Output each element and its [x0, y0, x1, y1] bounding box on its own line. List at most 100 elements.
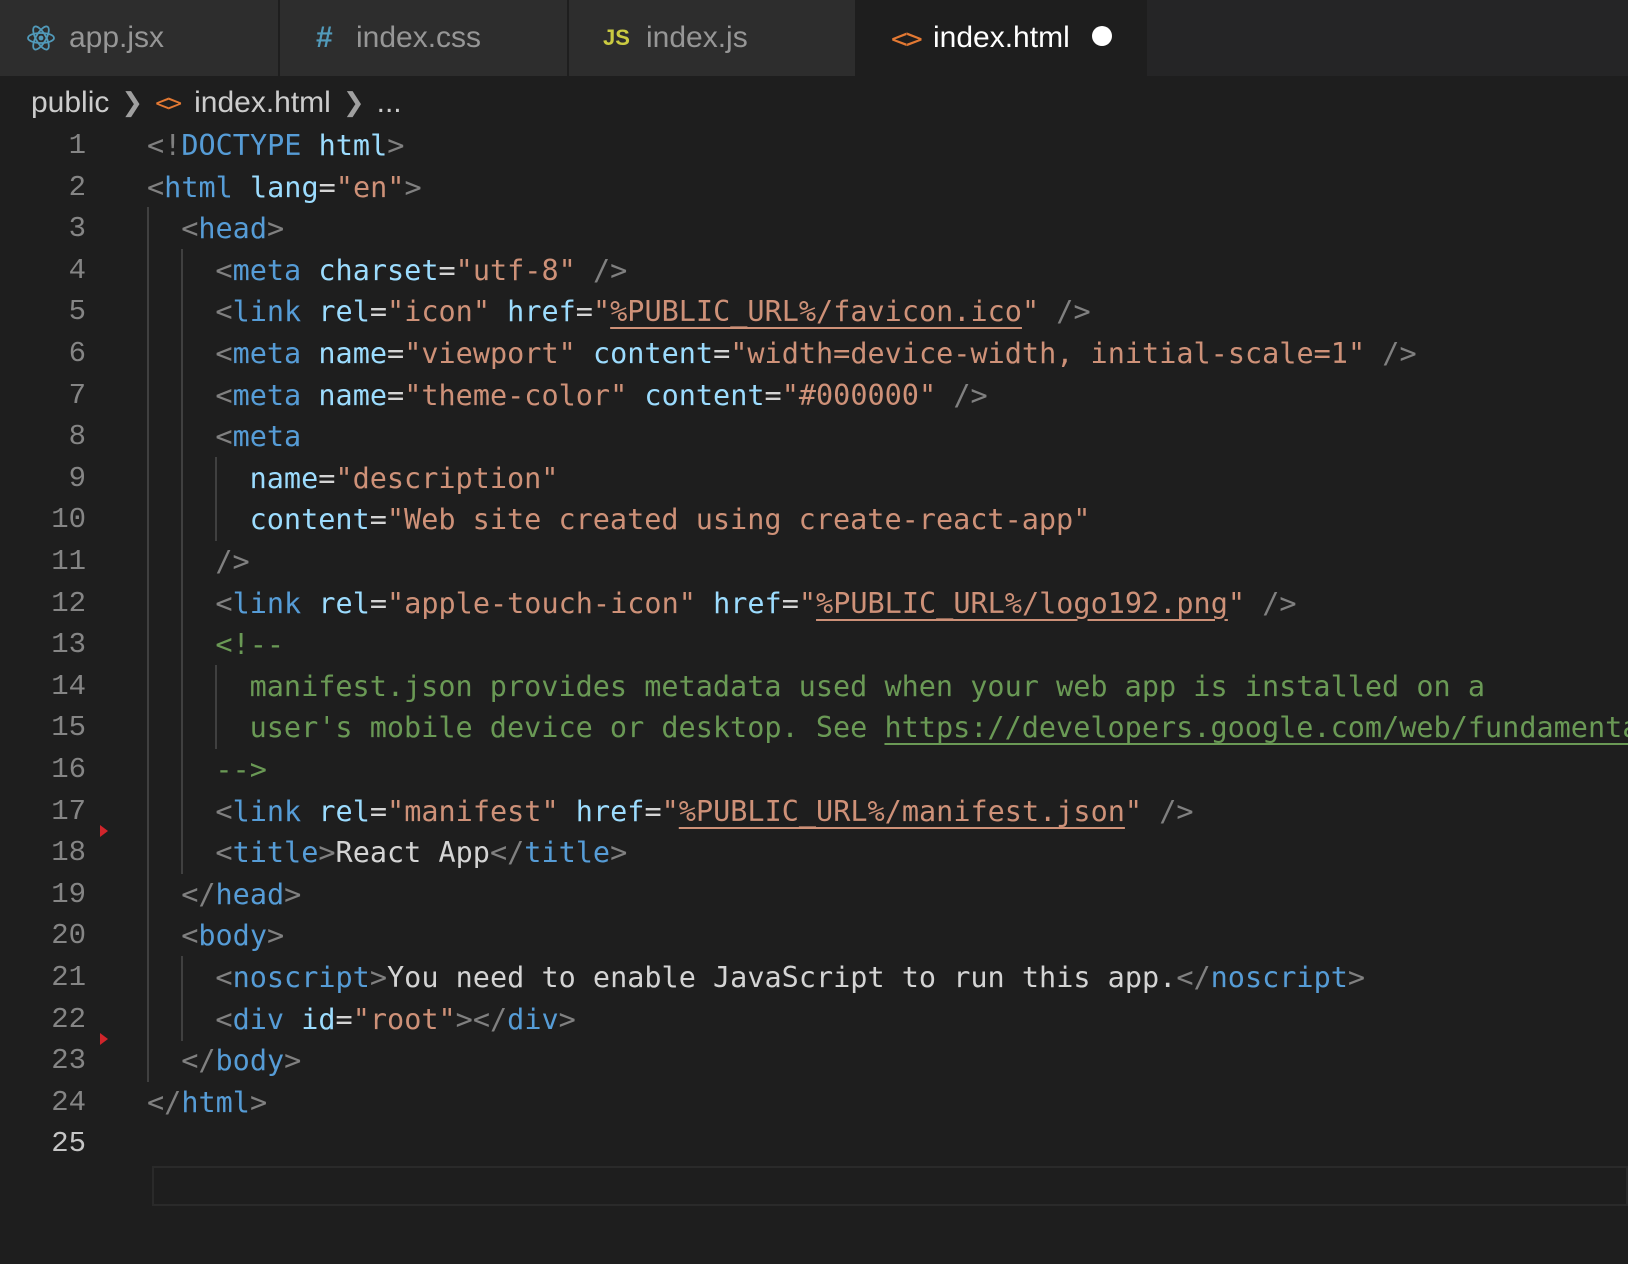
code-token: div — [232, 1002, 285, 1036]
code-token: < — [215, 1002, 233, 1036]
code-token: noscript — [1210, 961, 1348, 994]
breadcrumb-more[interactable]: ... — [377, 86, 402, 120]
code-line[interactable]: 11 /> — [0, 540, 1628, 583]
indent-guide — [147, 207, 149, 251]
code-line[interactable]: 10 content="Web site created using create… — [0, 498, 1628, 542]
code-line[interactable]: 16 --> — [0, 748, 1628, 791]
code-token: /> — [1262, 586, 1297, 620]
code-text: <noscript>You need to enable JavaScript … — [215, 956, 1365, 999]
code-text: <head> — [181, 207, 284, 250]
code-token: = — [369, 586, 388, 620]
line-number: 10 — [51, 503, 86, 537]
code-token: > — [267, 919, 285, 953]
code-line[interactable]: 17 <link rel="manifest" href="%PUBLIC_URL… — [0, 789, 1628, 833]
tab-index-html[interactable]: <> index.html — [857, 0, 1147, 76]
breadcrumb-folder[interactable]: public — [31, 86, 109, 120]
line-number: 15 — [51, 711, 86, 745]
code-token: = — [575, 295, 593, 329]
code-token: "theme-color" — [404, 378, 628, 412]
line-number: 9 — [68, 461, 86, 495]
line-number: 24 — [51, 1085, 86, 1119]
code-token: = — [438, 253, 456, 287]
indent-guide — [215, 706, 218, 750]
css-hash-icon: # — [316, 21, 333, 54]
code-line[interactable]: 19 </head> — [0, 872, 1628, 916]
unsaved-dot-icon[interactable] — [1092, 26, 1112, 46]
code-token: = — [369, 503, 387, 537]
line-number: 19 — [51, 877, 86, 911]
code-line[interactable]: 12 <link rel="apple-touch-icon" href="%PU… — [0, 581, 1628, 625]
code-text: <body> — [181, 914, 284, 957]
code-line[interactable]: 8 <meta — [0, 415, 1628, 459]
breadcrumb-file[interactable]: index.html — [194, 86, 331, 120]
code-link[interactable]: %PUBLIC_URL%/manifest.json — [679, 795, 1125, 828]
code-text: <link rel="icon" href="%PUBLIC_URL%/favi… — [215, 290, 1090, 333]
code-line[interactable]: 15 user's mobile device or desktop. See h… — [0, 706, 1628, 750]
code-text: <meta name="theme-color" content="#00000… — [215, 374, 987, 417]
code-token: head — [198, 212, 267, 246]
indent-guide — [147, 664, 149, 708]
code-text: <!-- — [215, 623, 284, 666]
code-text: /> — [215, 540, 249, 583]
code-line[interactable]: 7 <meta name="theme-color" content="#0000… — [0, 373, 1628, 417]
code-line[interactable]: 24 </html> — [0, 1081, 1628, 1124]
code-link[interactable]: %PUBLIC_URL%/favicon.ico — [610, 295, 1022, 328]
code-line[interactable]: 25 — [0, 1122, 1628, 1165]
code-token: href — [575, 794, 645, 828]
indent-guide — [181, 456, 184, 500]
code-line[interactable]: 23 </body> — [0, 1039, 1628, 1083]
code-token: You need to enable JavaScript to run thi… — [387, 961, 1177, 994]
code-line[interactable]: 14 manifest.json provides metadata used w… — [0, 664, 1628, 708]
code-line[interactable]: 2 <html lang="en"> — [0, 166, 1628, 209]
code-token: = — [713, 337, 731, 370]
indent-guide — [147, 456, 149, 500]
code-token: name — [318, 337, 388, 370]
code-editor[interactable]: 1 <!DOCTYPE html> 2 <html lang="en"> 3 <head>… — [0, 124, 1628, 1264]
code-token: < — [215, 337, 233, 370]
code-link[interactable]: https://developers.google.com/web/fundam… — [884, 711, 1628, 744]
code-token: </ — [147, 1085, 182, 1119]
code-text: </head> — [181, 873, 301, 916]
code-token: name — [318, 378, 388, 412]
code-token: <! — [147, 129, 182, 162]
code-line[interactable]: 5 <link rel="icon" href="%PUBLIC_URL%/fav… — [0, 290, 1628, 334]
code-line[interactable]: 18 <title>React App</title> — [0, 831, 1628, 875]
code-line[interactable]: 21 <noscript>You need to enable JavaScrip… — [0, 956, 1628, 999]
tab-index-css[interactable]: # index.css — [280, 0, 569, 76]
code-line[interactable]: 6 <meta name="viewport" content="width=de… — [0, 332, 1628, 375]
code-token: content — [592, 337, 714, 370]
code-token: meta — [232, 253, 302, 287]
line-number: 13 — [51, 628, 86, 662]
line-number: 11 — [51, 545, 86, 578]
editor-tab-bar: app.jsx # index.css JS index.js <> index… — [0, 0, 1628, 76]
code-line[interactable]: 4 <meta charset="utf-8" /> — [0, 248, 1628, 292]
code-line[interactable]: 20 <body> — [0, 914, 1628, 958]
code-token: < — [181, 919, 199, 953]
code-text: <meta name="viewport" content="width=dev… — [215, 332, 1416, 375]
code-token: title — [524, 836, 611, 870]
code-line[interactable]: 13 <!-- — [0, 623, 1628, 667]
code-text: user's mobile device or desktop. See htt… — [250, 706, 1628, 749]
code-token: title — [232, 836, 319, 870]
code-line[interactable]: 22 <div id="root"></div> — [0, 997, 1628, 1041]
code-text: <link rel="apple-touch-icon" href="%PUBL… — [215, 582, 1296, 625]
code-token: < — [215, 420, 233, 454]
indent-guide — [181, 498, 184, 542]
code-token: "apple-touch-icon" — [387, 586, 696, 620]
code-link[interactable]: %PUBLIC_URL%/logo192.png — [816, 587, 1228, 620]
line-number: 21 — [51, 961, 86, 994]
code-text: </body> — [181, 1039, 301, 1082]
code-line[interactable]: 1 <!DOCTYPE html> — [0, 124, 1628, 167]
indent-guide — [147, 581, 149, 625]
code-token: = — [387, 337, 405, 370]
tab-index-js[interactable]: JS index.js — [569, 0, 857, 76]
tab-app-jsx[interactable]: app.jsx — [0, 0, 280, 76]
code-line[interactable]: 3 <head> — [0, 207, 1628, 251]
line-number: 12 — [51, 586, 86, 620]
line-number: 1 — [68, 129, 86, 162]
code-token: rel — [318, 794, 370, 828]
code-line[interactable]: 9 name="description" — [0, 456, 1628, 500]
code-token: < — [215, 836, 233, 870]
